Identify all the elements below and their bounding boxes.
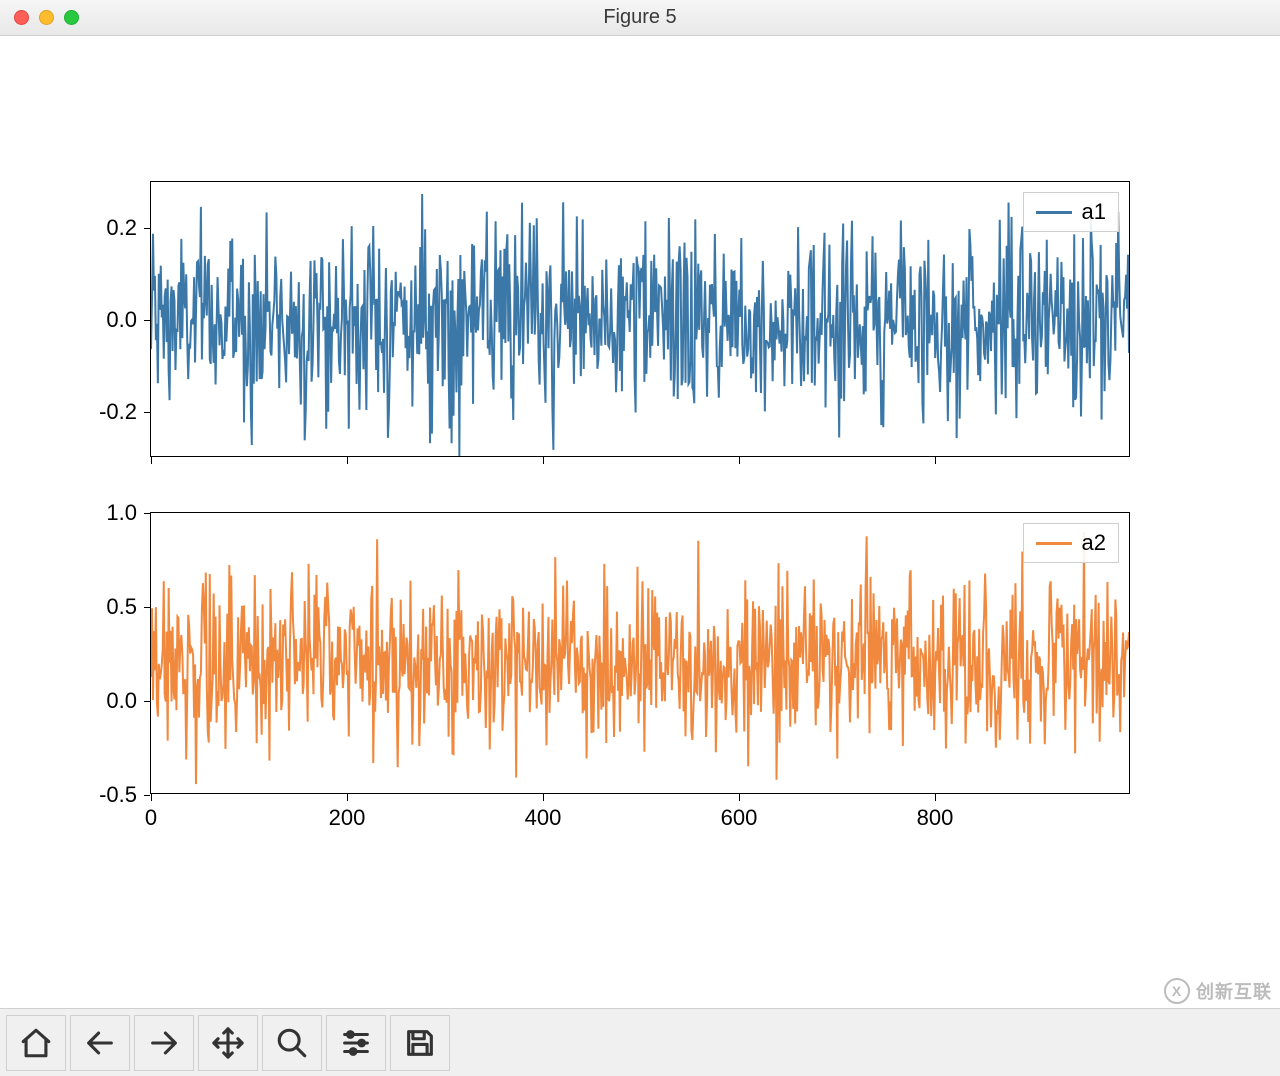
watermark: X 创新互联: [1164, 978, 1272, 1004]
xtick-label: 600: [709, 805, 769, 831]
sliders-icon: [339, 1026, 373, 1060]
pan-button[interactable]: [198, 1015, 258, 1071]
forward-button[interactable]: [134, 1015, 194, 1071]
subplot-a2: a2 -0.50.00.51.00200400600800: [150, 512, 1130, 794]
ytick-label: -0.2: [75, 399, 137, 425]
subplot-a1: a1 -0.20.00.2: [150, 181, 1130, 457]
ytick-label: 1.0: [75, 500, 137, 526]
line-a1: [151, 182, 1129, 456]
legend-label-a2: a2: [1082, 530, 1106, 556]
xtick-label: 200: [317, 805, 377, 831]
ytick-label: 0.5: [75, 594, 137, 620]
configure-button[interactable]: [326, 1015, 386, 1071]
window-title: Figure 5: [0, 6, 1280, 29]
line-a2: [151, 513, 1129, 793]
figure-canvas[interactable]: a1 -0.20.00.2 a2 -0.50.00.51.00200400600…: [0, 36, 1280, 1008]
watermark-icon: X: [1164, 978, 1190, 1004]
zoom-button[interactable]: [262, 1015, 322, 1071]
save-button[interactable]: [390, 1015, 450, 1071]
move-icon: [211, 1026, 245, 1060]
ytick-label: 0.0: [75, 688, 137, 714]
arrow-right-icon: [147, 1026, 181, 1060]
ytick-label: 0.0: [75, 307, 137, 333]
legend-label-a1: a1: [1082, 199, 1106, 225]
xtick-label: 400: [513, 805, 573, 831]
home-button[interactable]: [6, 1015, 66, 1071]
watermark-text: 创新互联: [1196, 978, 1272, 1004]
back-button[interactable]: [70, 1015, 130, 1071]
search-icon: [275, 1026, 309, 1060]
xtick-label: 800: [905, 805, 965, 831]
legend-swatch-a1: [1036, 211, 1072, 214]
window-titlebar: Figure 5: [0, 0, 1280, 36]
nav-toolbar: [0, 1008, 1280, 1076]
legend-swatch-a2: [1036, 542, 1072, 545]
home-icon: [19, 1026, 53, 1060]
legend-a2: a2: [1023, 523, 1119, 563]
xtick-label: 0: [121, 805, 181, 831]
ytick-label: 0.2: [75, 215, 137, 241]
save-icon: [403, 1026, 437, 1060]
legend-a1: a1: [1023, 192, 1119, 232]
arrow-left-icon: [83, 1026, 117, 1060]
